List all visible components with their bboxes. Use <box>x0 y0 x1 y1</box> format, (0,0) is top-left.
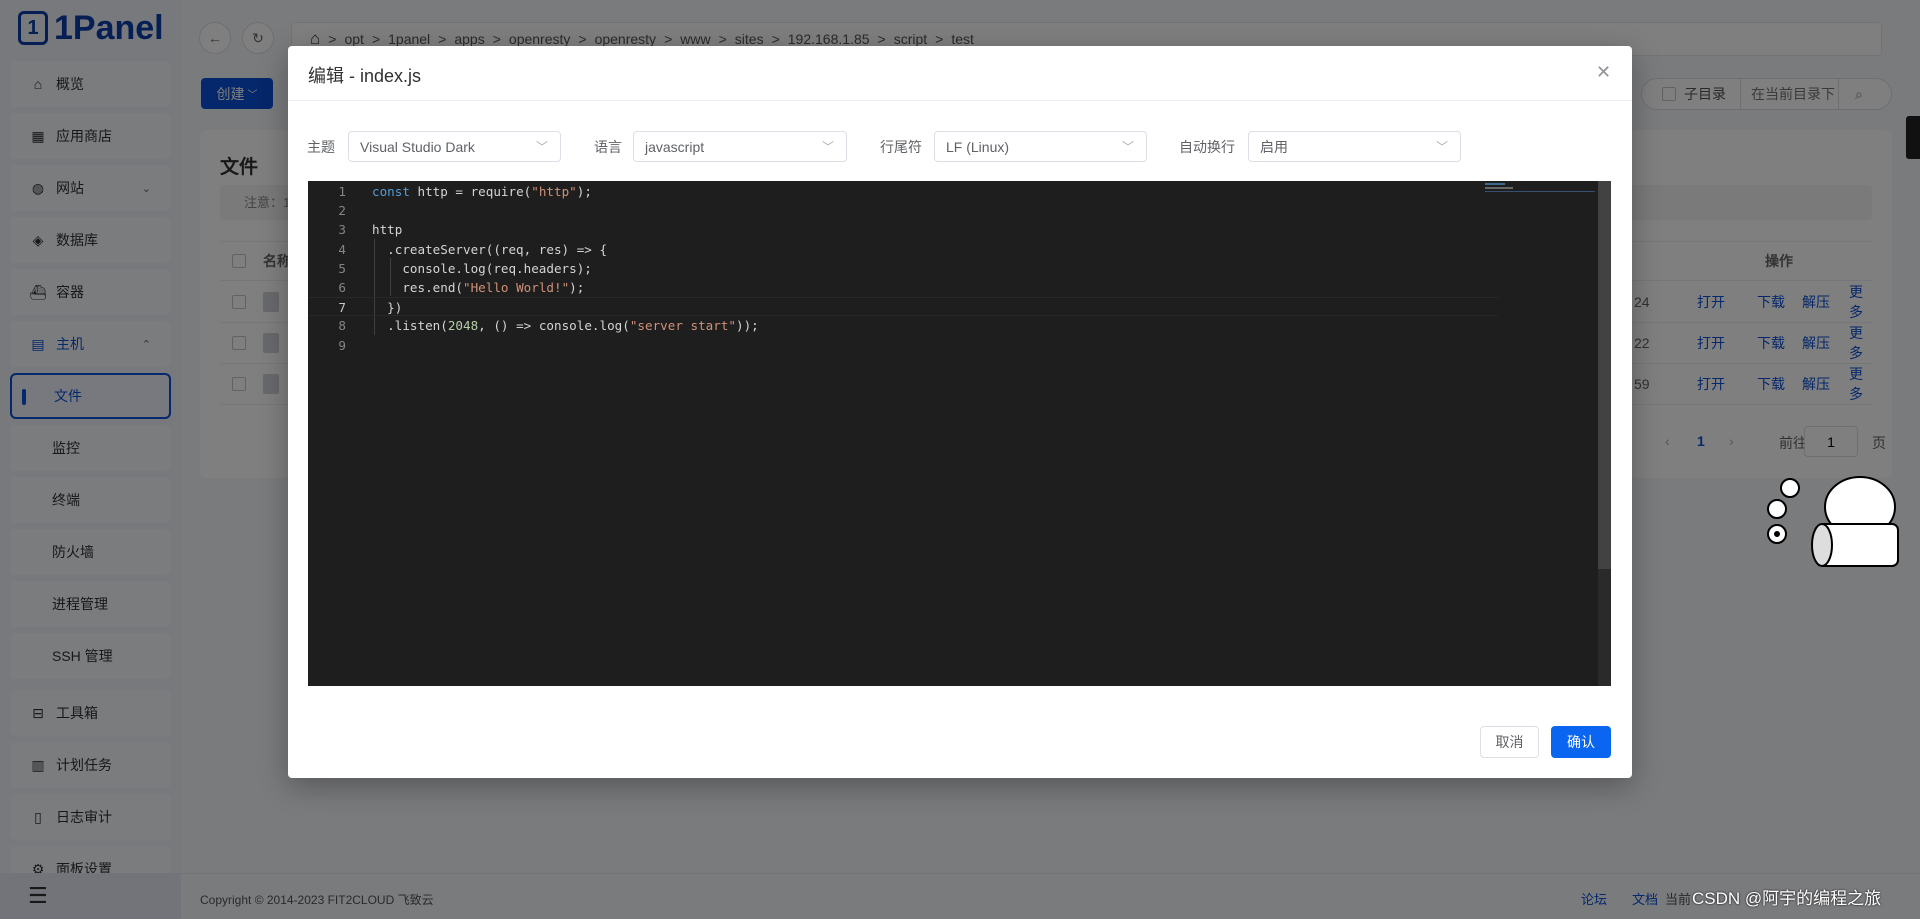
code-text: .listen(2048, () => console.log("server … <box>372 316 759 335</box>
scrollbar-thumb[interactable] <box>1598 181 1611 569</box>
chevron-down-icon: ﹀ <box>1121 140 1134 154</box>
code-text: }) <box>372 298 402 317</box>
line-number: 9 <box>338 337 346 353</box>
code-line: 1 const http = require("http"); <box>308 182 1498 201</box>
code-line: 9 <box>308 336 1498 355</box>
line-number: 8 <box>338 318 346 334</box>
code-token: )); <box>735 318 759 334</box>
code-text: .createServer((req, res) => { <box>372 240 607 259</box>
code-token: .listen( <box>372 318 448 334</box>
watermark: CSDN @阿宇的编程之旅 <box>1692 889 1882 908</box>
code-token: .createServer((req, res) => { <box>372 241 608 257</box>
line-number: 1 <box>338 184 346 199</box>
code-token: console.log(req.headers); <box>372 260 592 276</box>
close-icon[interactable]: ✕ <box>1596 62 1611 83</box>
line-number: 4 <box>338 241 346 257</box>
code-token: http = require( <box>409 184 532 199</box>
code-token: , () => console.log( <box>478 318 630 334</box>
code-token: const <box>372 184 410 199</box>
code-token: res.end( <box>372 280 463 295</box>
code-token: 2048 <box>447 318 479 334</box>
code-token: }) <box>372 300 403 316</box>
code-token: "server start" <box>629 318 736 334</box>
code-token: ); <box>569 280 585 295</box>
edit-dialog: 编辑 - index.js ✕ 主题 Visual Studio Dark ﹀ 语… <box>288 46 1632 778</box>
theme-select[interactable]: Visual Studio Dark ﹀ <box>348 131 561 162</box>
code-line: 3 http <box>308 220 1498 239</box>
code-line: 5 console.log(req.headers); <box>308 259 1498 278</box>
wordwrap-select[interactable]: 启用 ﹀ <box>1248 131 1461 162</box>
chevron-down-icon: ﹀ <box>535 140 548 154</box>
code-editor[interactable]: 1 const http = require("http"); 2 3 http 4 .c… <box>308 181 1611 686</box>
code-text: http <box>372 220 402 239</box>
code-line: 7 }) <box>308 297 1498 317</box>
code-line: 6 res.end("Hello World!"); <box>308 278 1498 297</box>
code-token: "Hello World!" <box>463 280 570 295</box>
line-number: 7 <box>338 300 346 316</box>
eol-select[interactable]: LF (Linux) ﹀ <box>934 131 1147 162</box>
code-line: 2 <box>308 201 1498 220</box>
dog-sticker <box>1767 476 1899 567</box>
code-line: 4 .createServer((req, res) => { <box>308 240 1498 259</box>
cancel-button[interactable]: 取消 <box>1480 726 1539 758</box>
line-number: 3 <box>338 222 346 238</box>
editor-scrollbar[interactable] <box>1598 181 1611 686</box>
line-number: 2 <box>338 203 346 219</box>
code-token: http <box>372 222 403 238</box>
code-token: "http" <box>531 184 577 199</box>
divider <box>288 100 1632 101</box>
dialog-title: 编辑 - index.js <box>308 66 422 86</box>
confirm-button[interactable]: 确认 <box>1551 726 1611 758</box>
minimap[interactable] <box>1485 183 1595 195</box>
code-text: res.end("Hello World!"); <box>372 278 584 297</box>
code-line: 8 .listen(2048, () => console.log("serve… <box>308 316 1498 335</box>
chevron-down-icon: ﹀ <box>821 140 834 154</box>
code-text: console.log(req.headers); <box>372 259 592 278</box>
chevron-down-icon: ﹀ <box>1435 140 1448 154</box>
line-number: 5 <box>338 260 346 276</box>
language-select[interactable]: javascript ﹀ <box>633 131 847 162</box>
code-text: const http = require("http"); <box>372 182 592 201</box>
line-number: 6 <box>338 280 346 295</box>
code-token: ); <box>576 184 592 199</box>
